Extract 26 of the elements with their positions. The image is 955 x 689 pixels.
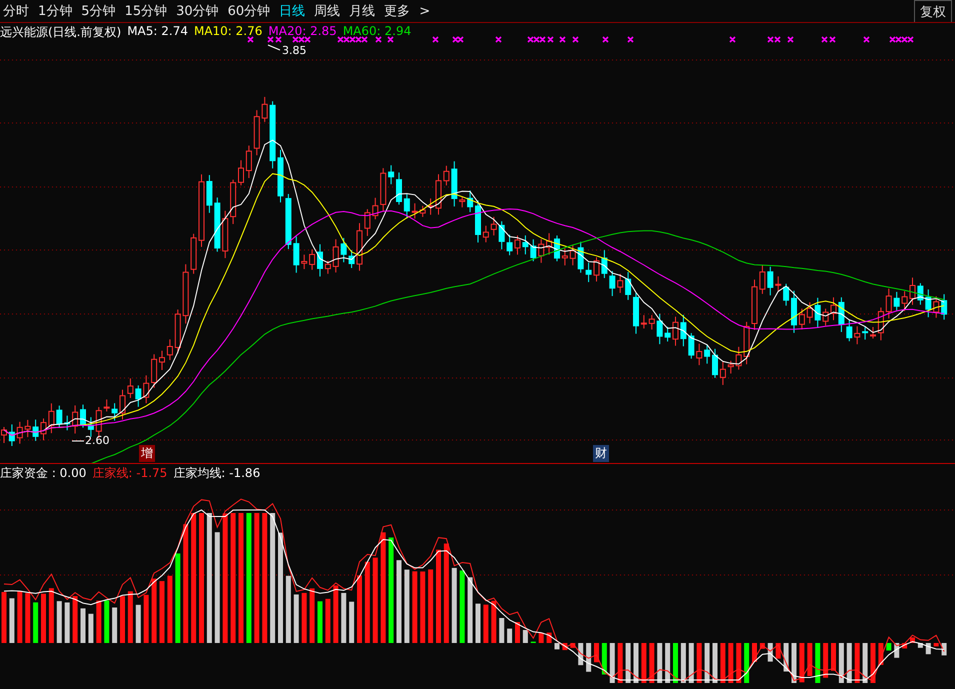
price-label: 2.60 (85, 434, 110, 447)
period-tab[interactable]: 5分钟 (81, 2, 116, 20)
leader-line (268, 44, 280, 50)
restore-button[interactable]: 复权 (914, 0, 952, 22)
period-tab[interactable]: 60分钟 (228, 2, 270, 20)
period-tab[interactable]: 15分钟 (124, 2, 168, 20)
event-marker[interactable]: 财 (593, 445, 609, 462)
period-tab[interactable]: 周线 (314, 2, 340, 20)
indicator-label: 庄家线: -1.75 (92, 465, 168, 482)
period-tab[interactable]: 分时 (3, 2, 29, 20)
moving-average-label: MA60: 2.94 (342, 24, 412, 40)
moving-average-label: MA5: 2.74 (127, 24, 188, 40)
moving-average-label: MA10: 2.76 (194, 24, 262, 40)
period-tab[interactable]: 30分钟 (176, 2, 219, 20)
more-arrow[interactable]: > (419, 4, 430, 18)
chart-title: 远兴能源(日线.前复权) (0, 24, 122, 41)
period-tab[interactable]: 日线 (279, 2, 306, 20)
event-marker[interactable]: 增 (139, 445, 155, 462)
more-menu[interactable]: 更多 (384, 2, 410, 20)
period-tab[interactable]: 月线 (349, 2, 376, 20)
indicator-label: 庄家资金 : 0.00 (0, 465, 86, 482)
period-tab[interactable]: 1分钟 (38, 2, 72, 20)
leader-line (72, 440, 84, 442)
indicator-label: 庄家均线: -1.86 (173, 465, 260, 482)
moving-average-label: MA20: 2.85 (268, 24, 337, 40)
price-label: 3.85 (282, 44, 306, 57)
